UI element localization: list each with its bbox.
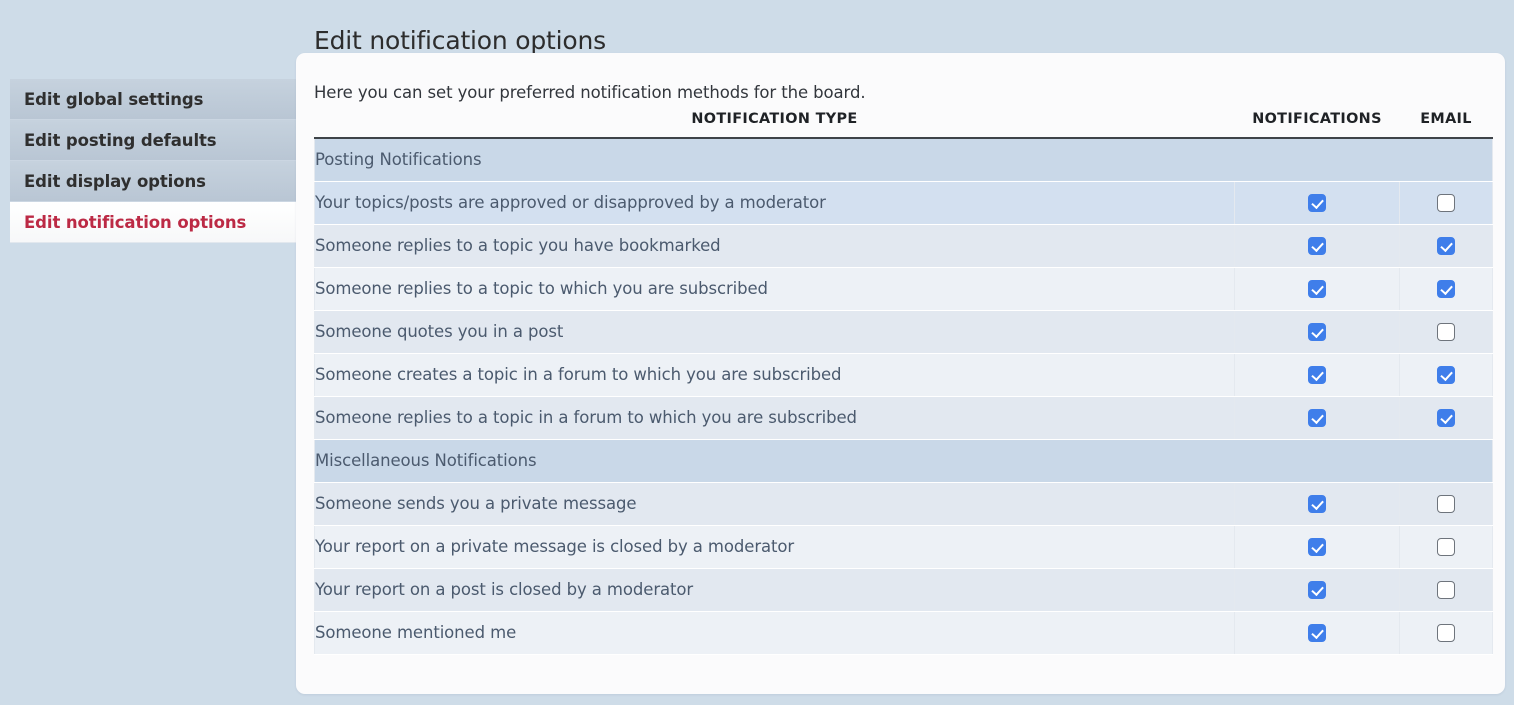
table-section-row: Posting Notifications bbox=[314, 138, 1493, 182]
table-row: Someone replies to a topic to which you … bbox=[314, 267, 1493, 311]
notification-type-label: Someone mentioned me bbox=[314, 611, 1235, 655]
table-row: Someone replies to a topic in a forum to… bbox=[314, 396, 1493, 440]
table-row: Someone creates a topic in a forum to wh… bbox=[314, 353, 1493, 397]
notifications-checkbox-cell bbox=[1234, 310, 1400, 354]
email-checkbox-cell bbox=[1399, 482, 1493, 526]
section-label: Posting Notifications bbox=[314, 138, 1493, 182]
notification-options-table: Notification type Notifications Email Po… bbox=[314, 111, 1493, 655]
notifications-checkbox-cell bbox=[1234, 267, 1400, 311]
section-label: Miscellaneous Notifications bbox=[314, 439, 1493, 483]
column-header-email: Email bbox=[1399, 111, 1493, 139]
table-row: Someone mentioned me bbox=[314, 611, 1493, 655]
notifications-checkbox-cell bbox=[1234, 568, 1400, 612]
notification-type-label: Your topics/posts are approved or disapp… bbox=[314, 181, 1235, 225]
notifications-checkbox-cell bbox=[1234, 181, 1400, 225]
notifications-checkbox-cell bbox=[1234, 482, 1400, 526]
email-checkbox-cell bbox=[1399, 353, 1493, 397]
column-header-notifications: Notifications bbox=[1234, 111, 1400, 139]
sidebar-item-label: Edit notification options bbox=[24, 212, 247, 232]
column-header-notification-type: Notification type bbox=[314, 111, 1235, 139]
intro-text: Here you can set your preferred notifica… bbox=[314, 82, 866, 102]
notifications-checkbox[interactable] bbox=[1308, 323, 1326, 342]
email-checkbox[interactable] bbox=[1437, 280, 1455, 299]
notifications-checkbox[interactable] bbox=[1308, 194, 1326, 213]
notifications-checkbox[interactable] bbox=[1308, 409, 1326, 428]
table-header: Notification type Notifications Email bbox=[314, 111, 1493, 139]
notification-type-label: Someone quotes you in a post bbox=[314, 310, 1235, 354]
email-checkbox-cell bbox=[1399, 396, 1493, 440]
sidebar-item-label: Edit display options bbox=[24, 171, 206, 191]
email-checkbox[interactable] bbox=[1437, 366, 1455, 385]
notification-type-label: Someone creates a topic in a forum to wh… bbox=[314, 353, 1235, 397]
notification-type-label: Your report on a post is closed by a mod… bbox=[314, 568, 1235, 612]
email-checkbox-cell bbox=[1399, 568, 1493, 612]
sidebar-item-edit-display-options[interactable]: Edit display options bbox=[10, 161, 297, 202]
notification-options-page: Edit notification options Edit global se… bbox=[0, 0, 1514, 705]
table-row: Your report on a post is closed by a mod… bbox=[314, 568, 1493, 612]
email-checkbox-cell bbox=[1399, 267, 1493, 311]
email-checkbox-cell bbox=[1399, 224, 1493, 268]
table-header-row: Notification type Notifications Email bbox=[314, 111, 1493, 139]
notification-type-label: Someone replies to a topic you have book… bbox=[314, 224, 1235, 268]
table-row: Your topics/posts are approved or disapp… bbox=[314, 181, 1493, 225]
email-checkbox-cell bbox=[1399, 310, 1493, 354]
table-row: Your report on a private message is clos… bbox=[314, 525, 1493, 569]
sidebar-item-label: Edit posting defaults bbox=[24, 130, 217, 150]
table-row: Someone quotes you in a post bbox=[314, 310, 1493, 354]
email-checkbox-cell bbox=[1399, 181, 1493, 225]
table-section-row: Miscellaneous Notifications bbox=[314, 439, 1493, 483]
email-checkbox[interactable] bbox=[1437, 409, 1455, 428]
email-checkbox[interactable] bbox=[1437, 323, 1455, 342]
notifications-checkbox-cell bbox=[1234, 525, 1400, 569]
email-checkbox[interactable] bbox=[1437, 581, 1455, 600]
notifications-checkbox[interactable] bbox=[1308, 581, 1326, 600]
sidebar-item-edit-posting-defaults[interactable]: Edit posting defaults bbox=[10, 120, 297, 161]
notifications-checkbox-cell bbox=[1234, 353, 1400, 397]
notifications-checkbox[interactable] bbox=[1308, 538, 1326, 557]
sidebar-item-edit-notification-options[interactable]: Edit notification options bbox=[10, 202, 297, 243]
email-checkbox-cell bbox=[1399, 525, 1493, 569]
notifications-checkbox-cell bbox=[1234, 611, 1400, 655]
email-checkbox-cell bbox=[1399, 611, 1493, 655]
table-row: Someone replies to a topic you have book… bbox=[314, 224, 1493, 268]
notifications-checkbox[interactable] bbox=[1308, 280, 1326, 299]
email-checkbox[interactable] bbox=[1437, 237, 1455, 256]
sidebar-item-edit-global-settings[interactable]: Edit global settings bbox=[10, 79, 297, 120]
notifications-checkbox[interactable] bbox=[1308, 366, 1326, 385]
content-panel: Here you can set your preferred notifica… bbox=[296, 53, 1505, 694]
email-checkbox[interactable] bbox=[1437, 624, 1455, 643]
notifications-checkbox-cell bbox=[1234, 396, 1400, 440]
page-title: Edit notification options bbox=[314, 25, 606, 55]
notification-type-label: Your report on a private message is clos… bbox=[314, 525, 1235, 569]
table-row: Someone sends you a private message bbox=[314, 482, 1493, 526]
settings-sidebar: Edit global settings Edit posting default… bbox=[10, 79, 297, 243]
email-checkbox[interactable] bbox=[1437, 538, 1455, 557]
email-checkbox[interactable] bbox=[1437, 495, 1455, 514]
notification-type-label: Someone sends you a private message bbox=[314, 482, 1235, 526]
table-body: Posting Notifications Your topics/posts a… bbox=[314, 138, 1493, 655]
notification-type-label: Someone replies to a topic to which you … bbox=[314, 267, 1235, 311]
notifications-checkbox[interactable] bbox=[1308, 495, 1326, 514]
notification-type-label: Someone replies to a topic in a forum to… bbox=[314, 396, 1235, 440]
notifications-checkbox-cell bbox=[1234, 224, 1400, 268]
sidebar-item-label: Edit global settings bbox=[24, 89, 204, 109]
notifications-checkbox[interactable] bbox=[1308, 624, 1326, 643]
email-checkbox[interactable] bbox=[1437, 194, 1455, 213]
notifications-checkbox[interactable] bbox=[1308, 237, 1326, 256]
